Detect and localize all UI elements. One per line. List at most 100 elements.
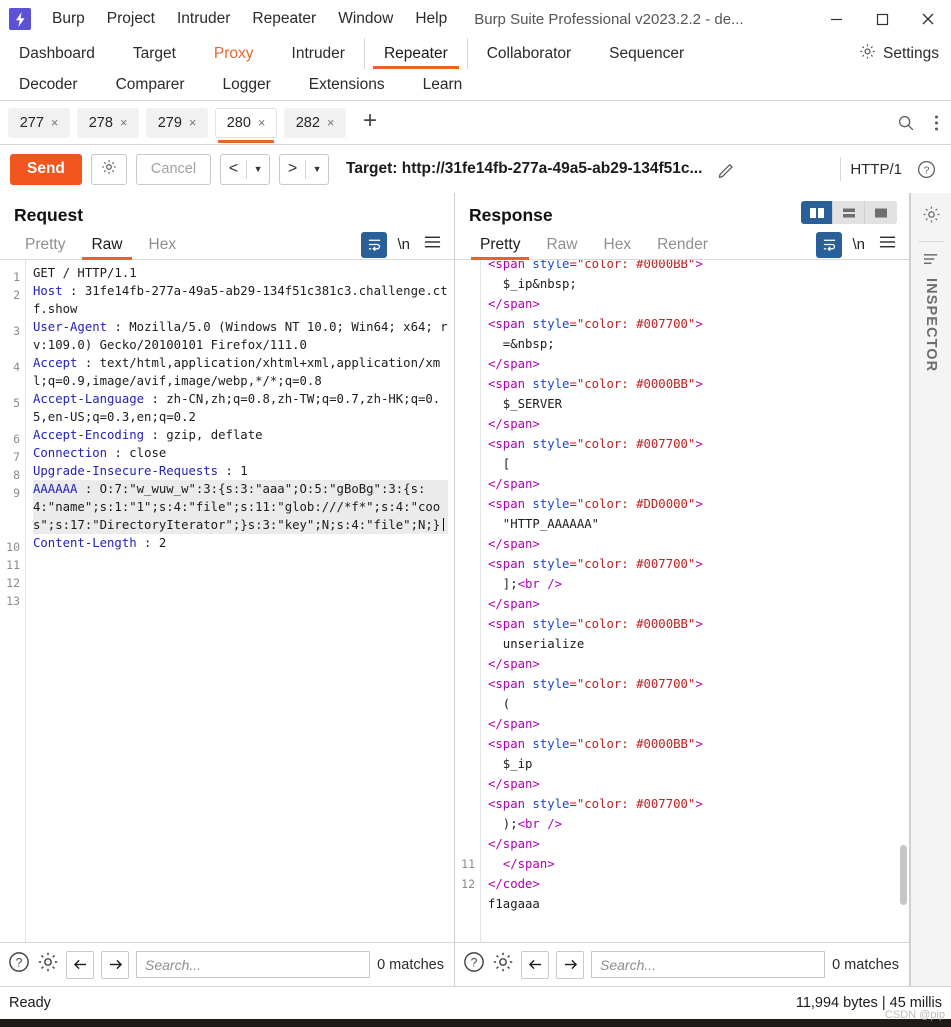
tab-decoder[interactable]: Decoder: [0, 69, 97, 100]
tab-intruder[interactable]: Intruder: [273, 38, 364, 69]
repeater-tab-277[interactable]: 277 ×: [8, 107, 70, 138]
menu-burp[interactable]: Burp: [41, 7, 96, 31]
tab-target[interactable]: Target: [114, 38, 195, 69]
repeater-tab-280[interactable]: 280 ×: [215, 107, 277, 143]
request-editor[interactable]: 1 2 3 4 5 6 7 8 9 10 11 12 13 GET / HTTP/1.1 Host : 3…: [0, 260, 454, 942]
tab-logger[interactable]: Logger: [204, 69, 290, 100]
request-tab-raw[interactable]: Raw: [78, 230, 135, 260]
word-wrap-icon[interactable]: [816, 231, 843, 258]
tab-comparer[interactable]: Comparer: [97, 69, 204, 100]
request-line-text: : 31fe14fb-277a-49a5-ab29-134f51c381c3.c…: [33, 284, 448, 316]
find-prev-button[interactable]: [66, 950, 94, 979]
response-token: </span>: [488, 837, 540, 851]
search-icon[interactable]: [891, 108, 921, 138]
tab-spacer: [703, 38, 849, 69]
add-tab-button[interactable]: +: [353, 109, 387, 133]
http-version-label[interactable]: HTTP/1: [850, 161, 902, 178]
request-line-text: GET / HTTP/1.1: [33, 266, 137, 280]
chevron-down-icon[interactable]: ▼: [306, 155, 328, 184]
chevron-right-icon[interactable]: >: [280, 155, 305, 184]
response-search-input[interactable]: [591, 951, 826, 978]
response-tab-pretty[interactable]: Pretty: [467, 230, 533, 260]
side-by-side-view-button[interactable]: [801, 201, 833, 224]
send-button[interactable]: Send: [10, 153, 82, 185]
word-wrap-icon[interactable]: [361, 231, 388, 258]
request-tab-hex[interactable]: Hex: [136, 230, 190, 260]
maximize-button[interactable]: [859, 0, 905, 38]
request-tab-pretty[interactable]: Pretty: [12, 230, 78, 260]
single-pane-view-button[interactable]: [865, 201, 897, 224]
svg-text:?: ?: [471, 956, 478, 970]
title-bar: Burp Project Intruder Repeater Window He…: [0, 0, 951, 38]
menu-repeater[interactable]: Repeater: [241, 7, 327, 31]
tab-spacer-2: [481, 69, 951, 100]
find-next-button[interactable]: [556, 950, 584, 979]
chevron-left-icon[interactable]: <: [221, 155, 246, 184]
forward-button-group[interactable]: > ▼: [279, 153, 330, 185]
tab-learn[interactable]: Learn: [404, 69, 482, 100]
menu-window[interactable]: Window: [327, 7, 404, 31]
minimize-button[interactable]: [813, 0, 859, 38]
pencil-icon[interactable]: [711, 154, 741, 184]
newline-toggle[interactable]: \n: [852, 236, 865, 253]
hamburger-menu-icon[interactable]: [879, 235, 896, 254]
gear-icon[interactable]: [492, 951, 514, 978]
close-icon[interactable]: ×: [189, 116, 196, 130]
response-editor[interactable]: 11 12 <span style="color: #0000BB"> $_ip&…: [455, 260, 909, 942]
cancel-button[interactable]: Cancel: [135, 153, 212, 185]
response-scrollbar[interactable]: [899, 260, 908, 942]
close-button[interactable]: [905, 0, 951, 38]
back-button-group[interactable]: < ▼: [220, 153, 271, 185]
tab-proxy[interactable]: Proxy: [195, 38, 273, 69]
find-next-button[interactable]: [101, 950, 129, 979]
response-tab-hex[interactable]: Hex: [591, 230, 645, 260]
tab-sequencer[interactable]: Sequencer: [590, 38, 703, 69]
response-code[interactable]: <span style="color: #0000BB"> $_ip&nbsp;…: [481, 260, 909, 942]
hamburger-menu-icon[interactable]: [424, 235, 441, 254]
gear-icon: [859, 43, 876, 65]
question-circle-icon[interactable]: ?: [8, 951, 30, 978]
question-circle-icon[interactable]: ?: [463, 951, 485, 978]
close-icon[interactable]: ×: [327, 116, 334, 130]
response-token: );: [488, 817, 518, 831]
response-token: $_ip: [488, 757, 533, 771]
response-line: </span>: [488, 354, 903, 374]
question-circle-icon[interactable]: ?: [911, 154, 941, 184]
tab-extensions[interactable]: Extensions: [290, 69, 404, 100]
inspector-panel-icon[interactable]: [923, 252, 940, 272]
response-line: <span style="color: #007700">: [488, 674, 903, 694]
response-token: </: [488, 297, 503, 311]
find-prev-button[interactable]: [521, 950, 549, 979]
scrollbar-thumb[interactable]: [900, 845, 907, 905]
response-tab-render[interactable]: Render: [644, 230, 721, 260]
request-search-input[interactable]: [136, 951, 371, 978]
menu-intruder[interactable]: Intruder: [166, 7, 241, 31]
close-icon[interactable]: ×: [51, 116, 58, 130]
menu-project[interactable]: Project: [96, 7, 166, 31]
response-line: $_ip&nbsp;: [488, 274, 903, 294]
close-icon[interactable]: ×: [120, 116, 127, 130]
close-icon[interactable]: ×: [258, 116, 265, 130]
response-tab-raw[interactable]: Raw: [533, 230, 590, 260]
gear-icon: [101, 159, 117, 179]
kebab-menu-icon[interactable]: [921, 108, 951, 138]
repeater-tab-278[interactable]: 278 ×: [77, 107, 139, 138]
send-options-button[interactable]: [90, 153, 127, 185]
repeater-tab-label: 278: [88, 114, 113, 131]
settings-button[interactable]: Settings: [849, 38, 951, 69]
repeater-tab-279[interactable]: 279 ×: [146, 107, 208, 138]
gear-icon[interactable]: [37, 951, 59, 978]
svg-text:?: ?: [923, 165, 929, 176]
tab-repeater[interactable]: Repeater: [363, 38, 468, 69]
stacked-view-button[interactable]: [833, 201, 865, 224]
request-code[interactable]: GET / HTTP/1.1 Host : 31fe14fb-277a-49a5-…: [26, 260, 454, 942]
menu-help[interactable]: Help: [404, 7, 458, 31]
response-token: <span: [488, 497, 526, 511]
response-token: </span>: [488, 357, 540, 371]
tab-dashboard[interactable]: Dashboard: [0, 38, 114, 69]
chevron-down-icon[interactable]: ▼: [247, 155, 269, 184]
newline-toggle[interactable]: \n: [397, 236, 410, 253]
repeater-tab-282[interactable]: 282 ×: [284, 107, 346, 138]
tab-collaborator[interactable]: Collaborator: [468, 38, 590, 69]
gear-icon[interactable]: [922, 205, 941, 229]
